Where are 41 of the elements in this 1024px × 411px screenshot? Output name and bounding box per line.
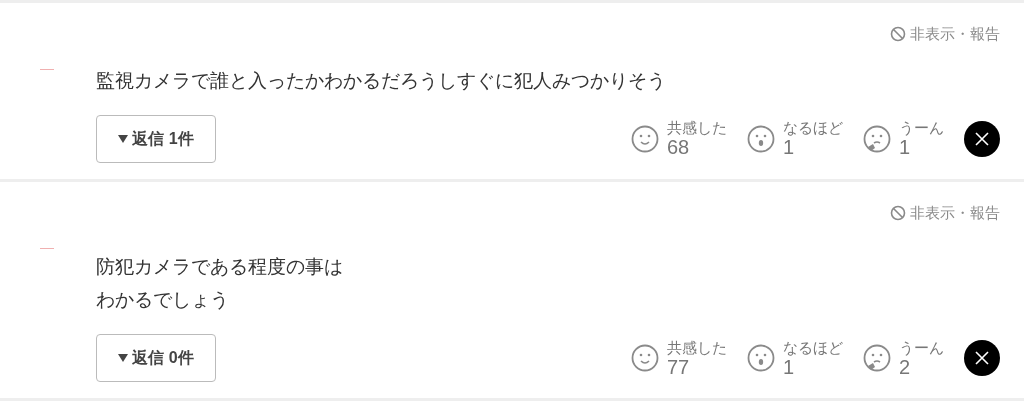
reaction-button[interactable]: なるほど 1	[747, 120, 843, 157]
comment-text-line: 防犯カメラである程度の事は	[96, 255, 343, 279]
replies-toggle-button[interactable]: 返信 0件	[96, 334, 216, 382]
caret-icon	[118, 134, 129, 143]
caret-icon	[118, 354, 129, 362]
reaction-button[interactable]: 共感した 68	[631, 120, 727, 157]
thinking-face-icon	[863, 344, 891, 372]
hide-report-link[interactable]: 非表示・報告	[890, 23, 1000, 46]
reaction-button[interactable]: うーん 2	[863, 339, 944, 377]
reaction-count: 1	[899, 137, 911, 157]
dash-mark	[40, 69, 54, 70]
share-button[interactable]	[964, 340, 1000, 376]
surprised-face-icon	[747, 124, 775, 153]
smiley-face-icon	[631, 124, 659, 153]
dash-mark	[40, 247, 54, 249]
reaction-label: 共感した	[667, 339, 727, 355]
reaction-label: うーん	[899, 120, 944, 135]
prohibited-icon	[890, 204, 906, 221]
comment-text-line: 監視カメラで誰と入ったかわかるだろうしすぐに犯人みつかりそう	[96, 68, 666, 93]
reaction-label: うーん	[899, 339, 944, 355]
reaction-button[interactable]: 共感した 77	[631, 339, 727, 377]
share-button[interactable]	[964, 120, 1000, 157]
reaction-label: なるほど	[783, 339, 843, 355]
comment-text-line: わかるでしょう	[96, 288, 229, 312]
thinking-face-icon	[863, 124, 891, 153]
reaction-count: 2	[899, 356, 911, 377]
reaction-button[interactable]: うーん 1	[863, 120, 944, 157]
surprised-face-icon	[747, 344, 775, 372]
prohibited-icon	[890, 26, 906, 43]
reaction-count: 77	[667, 356, 690, 377]
reaction-button[interactable]: なるほど 1	[747, 339, 843, 377]
hide-report-link[interactable]: 非表示・報告	[890, 201, 1000, 224]
reaction-count: 1	[783, 356, 795, 377]
reaction-count: 68	[667, 137, 690, 157]
smiley-face-icon	[631, 344, 659, 372]
reaction-count: 1	[783, 137, 795, 157]
x-mark-icon	[975, 131, 989, 146]
reaction-label: 共感した	[667, 120, 727, 135]
replies-toggle-button[interactable]: 返信 1件	[96, 114, 216, 163]
x-mark-icon	[975, 351, 989, 365]
reaction-label: なるほど	[783, 120, 843, 135]
